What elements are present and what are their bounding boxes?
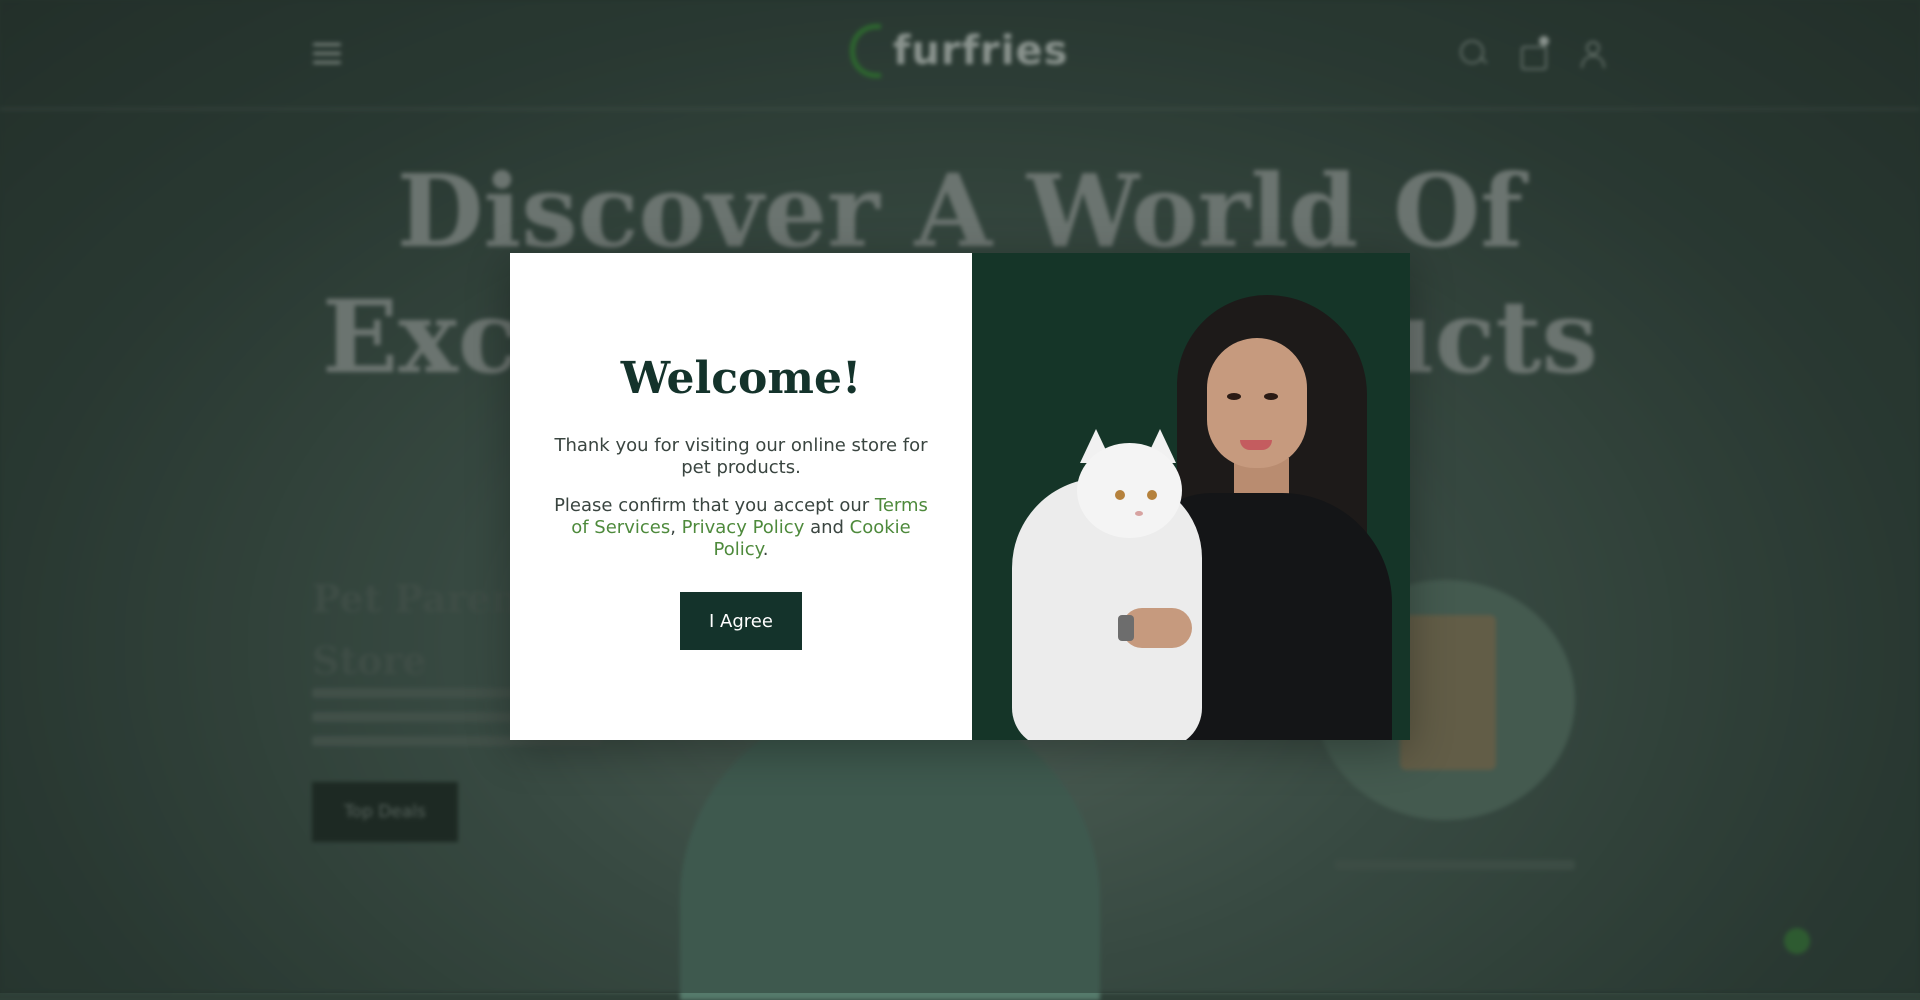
cat-eye bbox=[1147, 490, 1157, 500]
woman-eye bbox=[1264, 393, 1278, 400]
cat-nose bbox=[1135, 511, 1143, 516]
woman-eye bbox=[1227, 393, 1241, 400]
separator: , bbox=[670, 517, 682, 538]
separator: . bbox=[762, 539, 769, 560]
agree-button[interactable]: I Agree bbox=[680, 592, 802, 650]
watch-icon bbox=[1118, 615, 1134, 641]
modal-title: Welcome! bbox=[620, 353, 862, 404]
separator: and bbox=[804, 517, 850, 538]
consent-prefix: Please confirm that you accept our bbox=[554, 495, 875, 516]
welcome-modal: Welcome! Thank you for visiting our onli… bbox=[510, 253, 1410, 740]
cat-head bbox=[1077, 443, 1182, 538]
modal-image bbox=[972, 253, 1410, 740]
woman-lips bbox=[1240, 440, 1272, 450]
privacy-policy-link[interactable]: Privacy Policy bbox=[682, 517, 805, 538]
modal-intro-text: Thank you for visiting our online store … bbox=[554, 435, 928, 478]
modal-consent-text: Please confirm that you accept our Terms… bbox=[548, 495, 934, 561]
cat-eye bbox=[1115, 490, 1125, 500]
modal-content: Welcome! Thank you for visiting our onli… bbox=[510, 253, 972, 740]
